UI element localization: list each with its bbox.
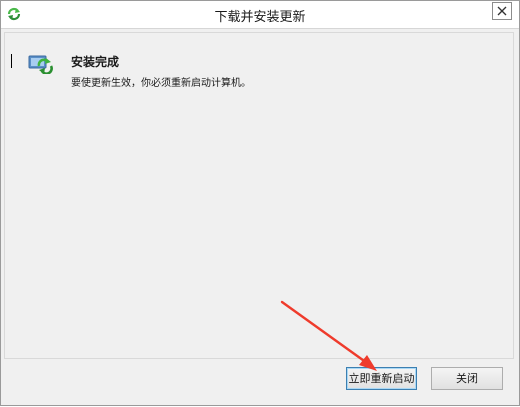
text-caret [11, 54, 12, 68]
update-complete-icon [28, 54, 54, 75]
title-bar[interactable]: 下载并安装更新 [1, 1, 519, 29]
restart-now-button[interactable]: 立即重新启动 [346, 367, 417, 390]
restart-required-message: 要使更新生效，你必须重新启动计算机。 [71, 78, 251, 89]
close-icon [497, 6, 507, 16]
close-button[interactable]: 关闭 [431, 367, 503, 390]
window-close-button[interactable] [492, 2, 512, 20]
install-status-heading: 安装完成 [71, 55, 120, 69]
update-dialog-window: 下载并安装更新 安装完成 要使更新生效，你必须重新启动计算机。 立即重新启动 关… [0, 0, 520, 406]
window-title: 下载并安装更新 [214, 10, 306, 25]
content-panel: 安装完成 要使更新生效，你必须重新启动计算机。 [4, 32, 514, 359]
